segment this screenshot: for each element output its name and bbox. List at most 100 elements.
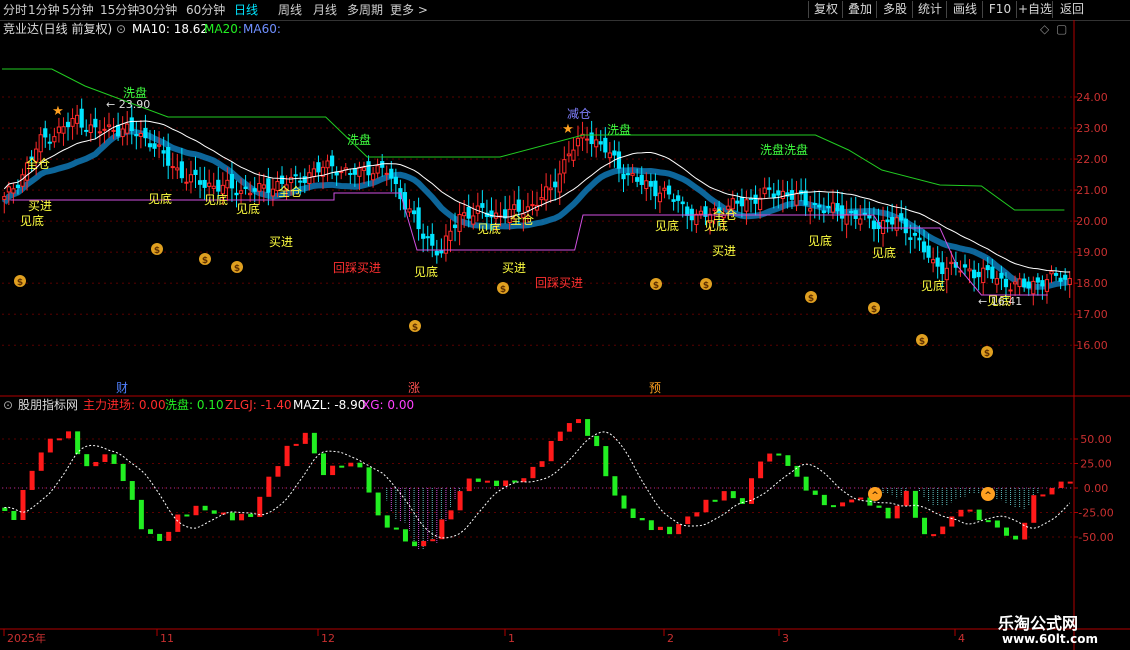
ind-bar xyxy=(976,509,982,521)
candle-body xyxy=(616,151,622,169)
candle-body xyxy=(826,205,831,209)
candle-body xyxy=(962,264,968,268)
money-bag-symbol: $ xyxy=(17,278,23,288)
ind-bar xyxy=(730,491,736,499)
candle-body xyxy=(849,210,854,214)
signal-label: 买进 xyxy=(502,261,526,275)
candle-body xyxy=(116,124,121,137)
candle-body xyxy=(156,144,162,147)
candle-body xyxy=(93,118,98,128)
ind-bar xyxy=(676,524,682,535)
candle-body xyxy=(15,184,21,189)
watermark-title: 乐淘公式网 xyxy=(998,614,1079,633)
candle-body xyxy=(261,184,266,189)
ind-bar xyxy=(703,499,709,513)
ind-bar xyxy=(393,527,399,530)
ind-bar xyxy=(557,431,563,441)
price-tick-label: 21.00 xyxy=(1076,184,1108,197)
signal-label: 买进 xyxy=(269,235,293,249)
time-label: 3 xyxy=(782,632,789,645)
candle-body xyxy=(88,124,93,134)
candle-body xyxy=(644,180,649,190)
candle-body xyxy=(47,141,52,144)
price-tick-label: 16.00 xyxy=(1076,339,1108,352)
ind-bar xyxy=(384,515,390,528)
signal-label: 见底 xyxy=(414,264,438,279)
ind-bar xyxy=(821,494,827,506)
candle-body xyxy=(97,131,102,134)
candle-body xyxy=(147,143,153,148)
candle-body xyxy=(758,197,763,211)
ind-bar xyxy=(321,453,326,476)
ind-bar xyxy=(776,453,782,456)
candle-body xyxy=(65,121,71,128)
ind-bar xyxy=(585,419,591,436)
signal-label: 见底 xyxy=(236,201,260,216)
candle-body xyxy=(598,141,603,145)
candle-body xyxy=(666,185,672,195)
candle-body xyxy=(553,181,558,188)
candle-body xyxy=(480,203,485,208)
candle-body xyxy=(676,195,681,201)
candle-body xyxy=(38,134,43,153)
ind-bar xyxy=(38,452,44,471)
candle-body xyxy=(867,214,872,219)
candle-body xyxy=(940,262,945,275)
ind-bar xyxy=(794,465,800,477)
candle-body xyxy=(11,188,16,194)
candle-body xyxy=(584,138,590,141)
candle-body xyxy=(361,167,367,171)
money-bag-symbol: $ xyxy=(871,305,877,315)
candle-body xyxy=(188,174,194,183)
ind-bar xyxy=(512,480,518,483)
ind-bar xyxy=(949,516,955,527)
candle-body xyxy=(735,200,740,204)
ind-bar xyxy=(357,462,363,468)
high-price-label: ← 23.90 xyxy=(106,98,150,111)
candle-body xyxy=(457,214,462,232)
ind-bar xyxy=(739,498,745,504)
candle-body xyxy=(808,208,813,212)
ind-bar xyxy=(858,497,864,500)
candle-body xyxy=(134,134,139,137)
ind-bar xyxy=(667,526,673,535)
ind-bar xyxy=(102,454,108,462)
candle-body xyxy=(325,160,330,169)
ind-bar xyxy=(1031,495,1037,523)
price-tick-label: 23.00 xyxy=(1076,122,1108,135)
ind-bar xyxy=(138,499,144,530)
ind-bar xyxy=(466,478,472,492)
candle-body xyxy=(471,215,476,225)
candle-body xyxy=(370,173,376,181)
ind-bar xyxy=(1040,494,1046,497)
candle-body xyxy=(1058,277,1063,282)
kline-chart[interactable]: 24.0023.0022.0021.0020.0019.0018.0017.00… xyxy=(0,0,1130,650)
candle-body xyxy=(794,192,799,206)
price-tick-label: 22.00 xyxy=(1076,153,1108,166)
ind-bar xyxy=(603,446,609,477)
candle-body xyxy=(525,206,530,211)
candle-body xyxy=(348,172,353,175)
candle-body xyxy=(1026,281,1031,289)
candle-body xyxy=(129,117,134,131)
ind-bar xyxy=(366,467,372,493)
candle-body xyxy=(289,176,294,184)
price-tick-label: 18.00 xyxy=(1076,277,1108,290)
candle-body xyxy=(844,214,849,225)
ind-bar xyxy=(339,465,345,468)
ind-bar xyxy=(84,454,90,467)
candle-body xyxy=(530,204,535,207)
ind-tick-label: -50.00 xyxy=(1078,531,1113,544)
candle-body xyxy=(912,232,918,236)
candle-body xyxy=(243,186,248,189)
candle-body xyxy=(407,208,412,213)
signal-label: 见底 xyxy=(655,218,679,233)
candle-body xyxy=(1017,278,1022,288)
candle-body xyxy=(216,179,221,192)
candle-body xyxy=(430,233,435,246)
candle-body xyxy=(352,168,357,175)
candle-body xyxy=(1044,279,1050,292)
candle-body xyxy=(138,132,143,137)
ind-bar xyxy=(248,513,254,517)
ind-bar xyxy=(648,520,654,531)
